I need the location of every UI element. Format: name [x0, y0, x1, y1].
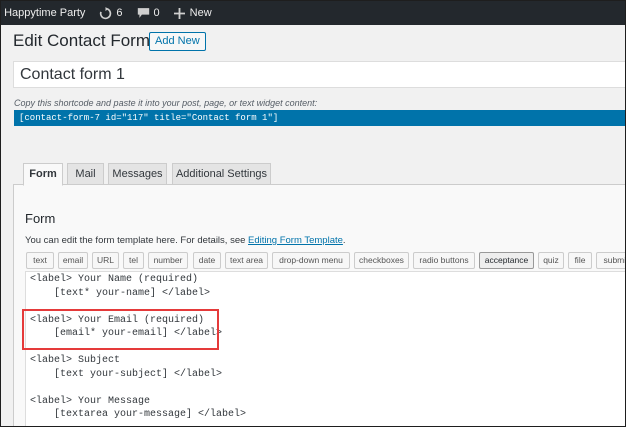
updates-icon — [99, 6, 112, 20]
tag-button-submit[interactable]: submit — [596, 252, 625, 269]
code-line: [text your-subject] </label> — [30, 369, 223, 380]
tag-button-tel[interactable]: tel — [123, 252, 144, 269]
email-field-highlight — [22, 309, 219, 350]
form-description-end: . — [342, 235, 346, 246]
comments-link[interactable]: 0 — [137, 1, 160, 25]
admin-bar: t Happytime Party 6 0 New — [1, 1, 625, 25]
code-line: [textarea your-message] </label> — [30, 409, 247, 420]
form-section-heading: Form — [25, 211, 56, 226]
tag-button-text-area[interactable]: text area — [225, 252, 268, 269]
shortcode-field[interactable]: [contact-form-7 id="117" title="Contact … — [14, 110, 625, 126]
updates-count: 6 — [116, 7, 123, 19]
tab-messages[interactable]: Messages — [108, 163, 167, 185]
comments-count: 0 — [153, 7, 160, 19]
tag-button-file[interactable]: file — [568, 252, 592, 269]
tag-button-url[interactable]: URL — [92, 252, 119, 269]
form-description: You can edit the form template here. For… — [25, 235, 346, 246]
updates-link[interactable]: 6 — [99, 1, 123, 25]
site-name-label: t Happytime Party — [0, 7, 86, 19]
add-new-button[interactable]: Add New — [149, 32, 206, 51]
tag-button-text[interactable]: text — [26, 252, 54, 269]
site-name-link[interactable]: t Happytime Party — [0, 1, 86, 25]
shortcode-hint: Copy this shortcode and paste it into yo… — [14, 98, 318, 108]
page-title: Edit Contact Form — [13, 31, 150, 50]
form-title-input[interactable] — [13, 61, 625, 88]
tag-button-acceptance[interactable]: acceptance — [479, 252, 534, 269]
tag-button-checkboxes[interactable]: checkboxes — [354, 252, 409, 269]
code-line: [text* your-name] </label> — [30, 288, 211, 299]
code-line: <label> Subject — [30, 355, 121, 366]
tag-button-email[interactable]: email — [58, 252, 88, 269]
new-label: New — [189, 7, 212, 19]
code-line: <label> Your Name (required) — [30, 274, 199, 285]
tab-mail[interactable]: Mail — [67, 163, 104, 185]
tag-button-number[interactable]: number — [148, 252, 188, 269]
plus-icon — [173, 7, 185, 19]
tag-button-date[interactable]: date — [193, 252, 221, 269]
tag-button-drop-down-menu[interactable]: drop-down menu — [272, 252, 350, 269]
new-content-link[interactable]: New — [173, 1, 212, 25]
tab-additional-settings[interactable]: Additional Settings — [172, 163, 271, 185]
tag-button-radio-buttons[interactable]: radio buttons — [413, 252, 475, 269]
comment-icon — [137, 7, 150, 19]
code-line: <label> Your Message — [30, 396, 151, 407]
tab-form[interactable]: Form — [23, 163, 63, 186]
tag-button-quiz[interactable]: quiz — [538, 252, 564, 269]
editing-form-template-link[interactable]: Editing Form Template — [248, 235, 343, 246]
wp-admin-window: t Happytime Party 6 0 New Edit Contact F… — [0, 0, 626, 427]
form-description-text: You can edit the form template here. For… — [25, 235, 249, 246]
